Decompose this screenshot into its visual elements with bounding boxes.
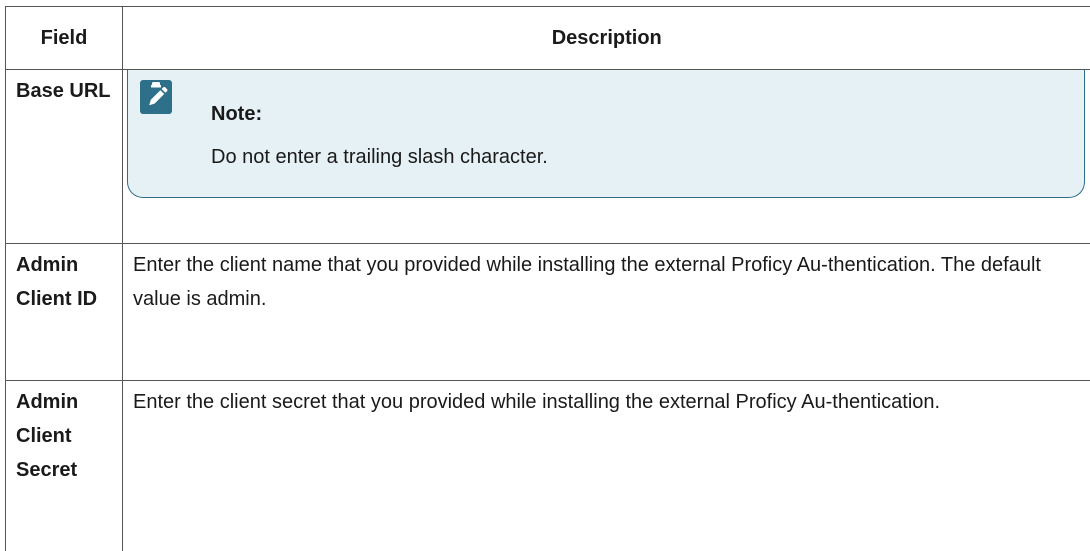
- table-header-row: Field Description: [6, 7, 1090, 70]
- description-admin-client-secret: Enter the client secret that you provide…: [123, 381, 1090, 551]
- note-clipboard-pencil-icon: [140, 80, 172, 114]
- fields-table: Field Description Base URL Note:: [5, 6, 1090, 551]
- description-admin-client-id: Enter the client name that you provided …: [123, 244, 1090, 381]
- header-field: Field: [6, 7, 123, 70]
- table-row-base-url: Base URL Note: Do not enter a trailing s…: [6, 70, 1090, 244]
- description-base-url: Note: Do not enter a trailing slash char…: [123, 70, 1090, 244]
- table-row-admin-client-id: Admin Client ID Enter the client name th…: [6, 244, 1090, 381]
- note-text: Do not enter a trailing slash character.: [211, 143, 548, 171]
- field-admin-client-secret: Admin Client Secret: [6, 381, 123, 551]
- table-row-admin-client-secret: Admin Client Secret Enter the client sec…: [6, 381, 1090, 551]
- field-base-url: Base URL: [6, 70, 123, 244]
- field-admin-client-id: Admin Client ID: [6, 244, 123, 381]
- note-title: Note:: [211, 100, 262, 128]
- header-description: Description: [123, 7, 1090, 70]
- note-callout: Note: Do not enter a trailing slash char…: [127, 70, 1085, 198]
